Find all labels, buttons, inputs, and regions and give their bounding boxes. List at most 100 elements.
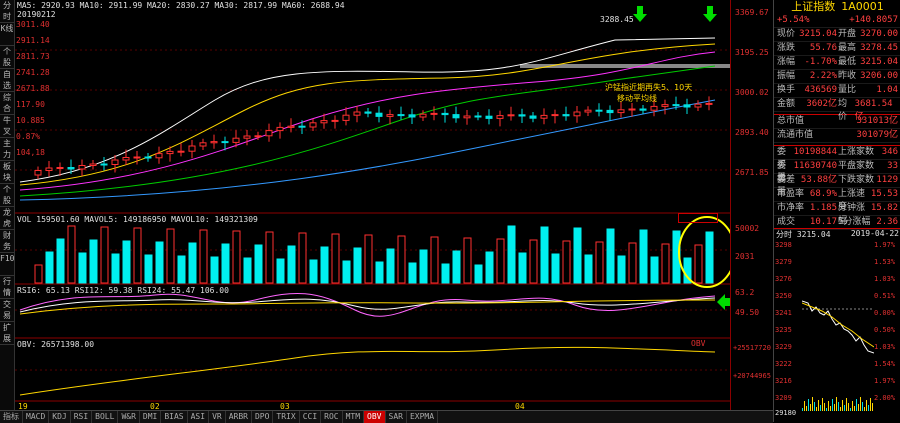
tab-wr[interactable]: W&R — [118, 411, 140, 423]
mini-volume-bar — [856, 399, 857, 411]
vol-toggle-button[interactable] — [678, 213, 718, 223]
tab-rsi[interactable]: RSI — [71, 411, 93, 423]
sidebar-item-6[interactable]: 主力监控 — [0, 138, 14, 161]
volume-bar — [628, 242, 637, 284]
volume-bar — [584, 254, 593, 284]
mini-left-tick: 3235 — [775, 326, 792, 334]
left-scale-4: 2671.88 — [16, 84, 50, 93]
arrow-down-icon-2 — [703, 6, 717, 22]
tab-trix[interactable]: TRIX — [273, 411, 300, 423]
candle-body — [485, 115, 493, 119]
quote-value: 55.76 — [809, 43, 837, 53]
candle-body — [595, 109, 603, 112]
volume-bar — [463, 237, 472, 284]
candle-body — [639, 108, 647, 111]
candle-body — [166, 150, 174, 155]
sidebar-item-8[interactable]: 个股研究 — [0, 184, 14, 207]
volume-bar — [485, 251, 494, 284]
candle-body — [606, 109, 614, 114]
tab-mtm[interactable]: MTM — [343, 411, 365, 423]
tab-roc[interactable]: ROC — [321, 411, 343, 423]
obv-tag: OBV — [691, 339, 706, 348]
ma-header: MA5: 2920.93 MA10: 2911.99 MA20: 2830.27… — [17, 1, 345, 10]
sidebar-item-11[interactable]: F10 — [0, 253, 14, 276]
asset-value-float: 301079亿 — [856, 130, 898, 140]
axis-label-8: 49.50 — [735, 308, 760, 317]
mini-volume-bar — [826, 408, 827, 411]
mini-volume-bar — [832, 399, 833, 411]
left-scale-7: 0.87% — [16, 132, 41, 141]
candle-body — [353, 111, 361, 116]
mini-volume-bar — [802, 408, 803, 411]
tab-boll[interactable]: BOLL — [92, 411, 119, 423]
tab-dpo[interactable]: DPO — [252, 411, 274, 423]
candle-body — [221, 141, 229, 144]
tab-macd[interactable]: MACD — [23, 411, 50, 423]
stat-label-2: 上涨速度 — [838, 189, 866, 212]
intraday-mini-chart[interactable]: 分时 3215.04 2019-04-22 3298 3279 3276 3250 32… — [774, 228, 900, 423]
sidebar-item-2[interactable]: 个股资料 — [0, 46, 14, 69]
stat-value: 10198844 — [793, 147, 837, 157]
left-price-scale: 3011.40 2911.14 2811.73 2741.28 2671.88 … — [16, 20, 66, 164]
axis-label-3: 2893.40 — [735, 128, 769, 137]
sidebar-item-3[interactable]: 自选股 — [0, 69, 14, 92]
tab-dmi[interactable]: DMI — [140, 411, 162, 423]
annotation-text-1: 沪锰指近期再失5、10天 — [605, 83, 693, 92]
mini-left-tick: 3276 — [775, 275, 792, 283]
tab-sar[interactable]: SAR — [386, 411, 407, 423]
volume-bar — [375, 261, 384, 284]
sidebar-item-13[interactable]: 交易 — [0, 299, 14, 322]
sidebar-item-7[interactable]: 板块监控 — [0, 161, 14, 184]
chart-area[interactable]: 19 02 03 04 MA5: 2920.93 MA10: 2911.99 M… — [15, 0, 736, 411]
sidebar-item-9[interactable]: 龙虎榜 — [0, 207, 14, 230]
volume-bar — [551, 253, 560, 284]
tab-asi[interactable]: ASI — [188, 411, 210, 423]
sidebar-item-14[interactable]: 扩展 — [0, 322, 14, 345]
quote-label-2: 最低 — [838, 57, 857, 67]
tab-obv[interactable]: OBV — [364, 411, 386, 423]
mini-left-tick: 3229 — [775, 343, 792, 351]
stat-label-2: 平盘家数 — [838, 161, 875, 171]
mini-right-tick: 0.51% — [874, 292, 896, 300]
sidebar-item-1[interactable]: K线 — [0, 23, 14, 46]
panel-title-row: 上证指数 1A0001 — [774, 0, 900, 14]
tab-expma[interactable]: EXPMA — [407, 411, 439, 423]
mini-volume-bar — [852, 401, 853, 411]
mini-right-tick: 1.03% — [874, 275, 896, 283]
right-price-axis: 3369.67 3195.25 3000.02 2893.40 2671.85 … — [730, 0, 773, 410]
tab-vr[interactable]: VR — [209, 411, 226, 423]
candlesticks-group — [34, 96, 713, 179]
candle-body — [122, 157, 130, 161]
sidebar-item-5[interactable]: 牛叉诊股 — [0, 115, 14, 138]
mini-volume-bar — [836, 397, 837, 411]
axis-label-5: 50002 — [735, 224, 760, 233]
candle-body — [474, 115, 482, 118]
mini-volume-bar — [866, 400, 867, 411]
mini-volume-bar — [846, 398, 847, 411]
left-scale-0: 3011.40 — [16, 20, 50, 29]
volume-bar — [320, 246, 329, 284]
sidebar-item-10[interactable]: 财务 — [0, 230, 14, 253]
stat-value: 53.88亿 — [800, 175, 837, 185]
sidebar-item-0[interactable]: 分时 — [0, 0, 14, 23]
sidebar-item-4[interactable]: 综合排名 — [0, 92, 14, 115]
tab-bias[interactable]: BIAS — [161, 411, 188, 423]
stat-label: 市净率 — [777, 203, 805, 213]
tab-[interactable]: 指标 — [0, 411, 23, 423]
candle-body — [89, 163, 97, 166]
sidebar-item-12[interactable]: 行情 — [0, 276, 14, 299]
volume-bar — [78, 252, 87, 284]
tab-kdj[interactable]: KDJ — [49, 411, 71, 423]
mini-volume-bar — [828, 401, 829, 411]
tab-cci[interactable]: CCI — [300, 411, 322, 423]
mini-right-tick: 1.97% — [874, 241, 896, 249]
volume-bar — [34, 264, 43, 284]
volume-bar — [177, 255, 186, 284]
quote-value-2: 3681.54亿 — [854, 99, 893, 122]
asset-value-total: 331013亿 — [856, 116, 898, 126]
candle-body — [309, 122, 317, 128]
tab-arbr[interactable]: ARBR — [226, 411, 252, 423]
mini-volume-bar — [806, 406, 807, 411]
mini-left-tick: 3279 — [775, 258, 792, 266]
mini-volume-bar — [804, 401, 805, 411]
